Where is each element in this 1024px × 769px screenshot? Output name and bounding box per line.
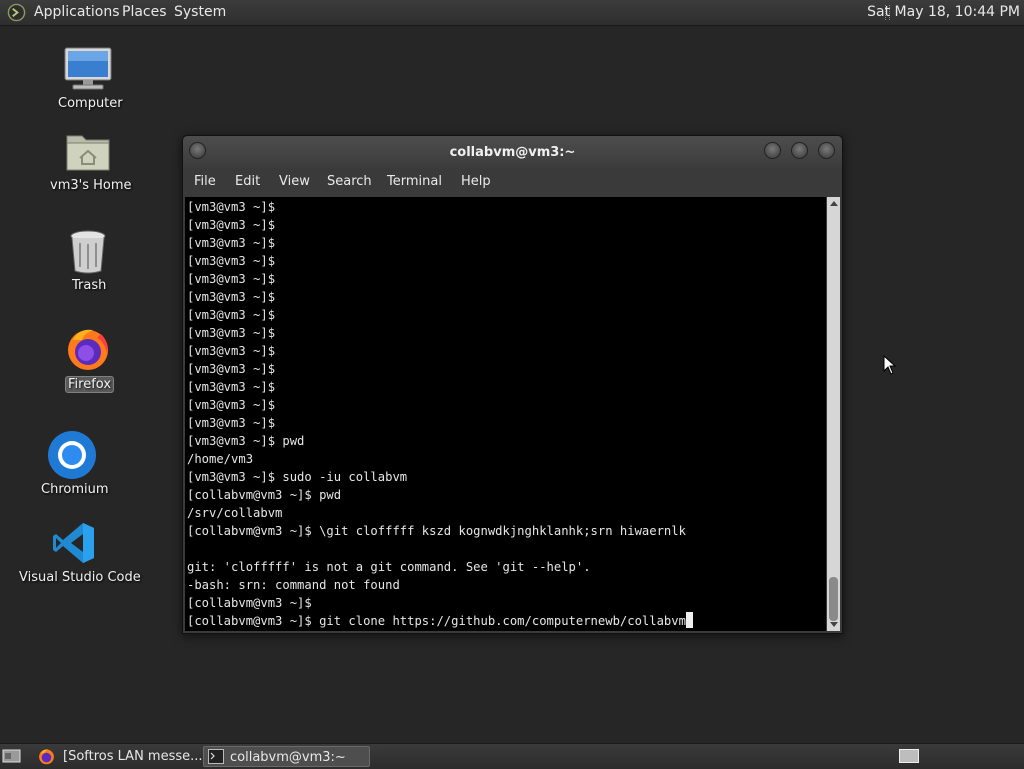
menu-help[interactable]: Help <box>461 174 491 189</box>
computer-icon <box>64 47 112 90</box>
text-cursor <box>685 612 693 628</box>
terminal-line: /srv/collabvm <box>187 506 283 520</box>
desktop-icon-label: Chromium <box>41 482 109 497</box>
applications-menu[interactable]: Applications <box>34 4 120 20</box>
terminal-line: /home/vm3 <box>187 452 254 466</box>
terminal-window[interactable]: collabvm@vm3:~ File Edit View Search Ter… <box>182 135 843 634</box>
terminal-scrollbar[interactable] <box>827 197 840 631</box>
desktop-icon-home[interactable]: vm3's Home <box>40 126 136 198</box>
places-menu[interactable]: Places <box>122 4 167 20</box>
desktop-icon-vscode[interactable]: Visual Studio Code <box>14 518 141 590</box>
firefox-icon <box>39 749 54 765</box>
terminal-line: git: 'clofffff' is not a git command. Se… <box>187 560 591 574</box>
clock[interactable]: Sat May 18, 10:44 PM <box>867 4 1020 20</box>
terminal-lines: [vm3@vm3 ~]$ [vm3@vm3 ~]$ [vm3@vm3 ~]$ [vm3… <box>187 198 693 630</box>
top-panel: Applications Places System Sat May 18, 1… <box>0 0 1024 26</box>
terminal-line: [vm3@vm3 ~]$ <box>187 200 276 214</box>
terminal-line: [vm3@vm3 ~]$ <box>187 344 276 358</box>
scrollbar-thumb[interactable] <box>829 577 838 621</box>
home-folder-icon <box>66 135 110 171</box>
window-title: collabvm@vm3:~ <box>449 145 576 160</box>
terminal-line: -bash: srn: command not found <box>187 578 400 592</box>
terminal-line: [vm3@vm3 ~]$ <box>187 362 276 376</box>
desktop-icon-chromium[interactable]: Chromium <box>24 428 120 500</box>
taskbar-item-label: [Softros LAN messe... <box>63 749 203 764</box>
window-titlebar[interactable]: collabvm@vm3:~ <box>183 136 842 168</box>
menu-view[interactable]: View <box>279 174 310 189</box>
close-button[interactable] <box>818 142 835 159</box>
terminal-menubar: File Edit View Search Terminal Help <box>183 168 842 196</box>
desktop-icon-label: Computer <box>58 96 123 111</box>
show-desktop-icon[interactable] <box>2 748 21 764</box>
desktop-icon-trash[interactable]: Trash <box>40 226 136 298</box>
scroll-up-arrow-icon[interactable] <box>830 201 838 206</box>
desktop-icon-label: Trash <box>72 278 107 293</box>
terminal-line: [collabvm@vm3 ~]$ pwd <box>187 488 342 502</box>
taskbar-item-softros[interactable]: [Softros LAN messe... <box>34 746 203 767</box>
desktop-icon-label: vm3's Home <box>50 178 132 193</box>
terminal-line: [vm3@vm3 ~]$ <box>187 380 276 394</box>
taskbar-item-label: collabvm@vm3:~ <box>230 750 346 765</box>
desktop-icon-firefox[interactable]: Firefox <box>40 324 136 396</box>
menu-edit[interactable]: Edit <box>235 174 260 189</box>
scroll-down-arrow-icon[interactable] <box>830 622 838 627</box>
terminal-line: [vm3@vm3 ~]$ <box>187 272 276 286</box>
desktop-icon-label: Firefox <box>65 376 115 393</box>
terminal-line: [collabvm@vm3 ~]$ <box>187 596 312 610</box>
workspace-switcher[interactable] <box>899 749 919 763</box>
vscode-icon <box>53 523 94 563</box>
distro-logo-icon[interactable] <box>7 3 26 22</box>
firefox-icon <box>68 329 108 370</box>
desktop-icon-computer[interactable]: Computer <box>40 44 136 116</box>
terminal-line: [vm3@vm3 ~]$ pwd <box>187 434 305 448</box>
terminal-line: [vm3@vm3 ~]$ <box>187 218 276 232</box>
taskbar-item-terminal[interactable]: collabvm@vm3:~ <box>203 746 370 767</box>
trash-icon <box>70 230 106 274</box>
menu-file[interactable]: File <box>194 174 216 189</box>
minimize-button[interactable] <box>764 142 781 159</box>
terminal-line: [vm3@vm3 ~]$ <box>187 254 276 268</box>
maximize-button[interactable] <box>791 142 808 159</box>
terminal-line: [vm3@vm3 ~]$ <box>187 290 276 304</box>
terminal-line: [vm3@vm3 ~]$ <box>187 398 276 412</box>
bottom-panel: [Softros LAN messe... collabvm@vm3:~ <box>0 743 1024 769</box>
desktop-icon-label: Visual Studio Code <box>19 570 141 585</box>
system-menu[interactable]: System <box>174 4 226 20</box>
terminal-icon <box>208 749 224 764</box>
mouse-pointer-icon <box>883 355 897 375</box>
terminal-line: [vm3@vm3 ~]$ <box>187 416 276 430</box>
terminal-line: [collabvm@vm3 ~]$ git clone https://gith… <box>187 612 693 630</box>
menu-terminal[interactable]: Terminal <box>387 174 442 189</box>
terminal-output[interactable]: [vm3@vm3 ~]$ [vm3@vm3 ~]$ [vm3@vm3 ~]$ [vm3… <box>185 197 826 631</box>
terminal-line: [vm3@vm3 ~]$ <box>187 236 276 250</box>
terminal-line: [collabvm@vm3 ~]$ \git clofffff kszd kog… <box>187 524 686 538</box>
terminal-line: [vm3@vm3 ~]$ <box>187 308 276 322</box>
menu-search[interactable]: Search <box>327 174 372 189</box>
terminal-line: [vm3@vm3 ~]$ sudo -iu collabvm <box>187 470 408 484</box>
terminal-line: [vm3@vm3 ~]$ <box>187 326 276 340</box>
chromium-icon <box>48 431 96 479</box>
